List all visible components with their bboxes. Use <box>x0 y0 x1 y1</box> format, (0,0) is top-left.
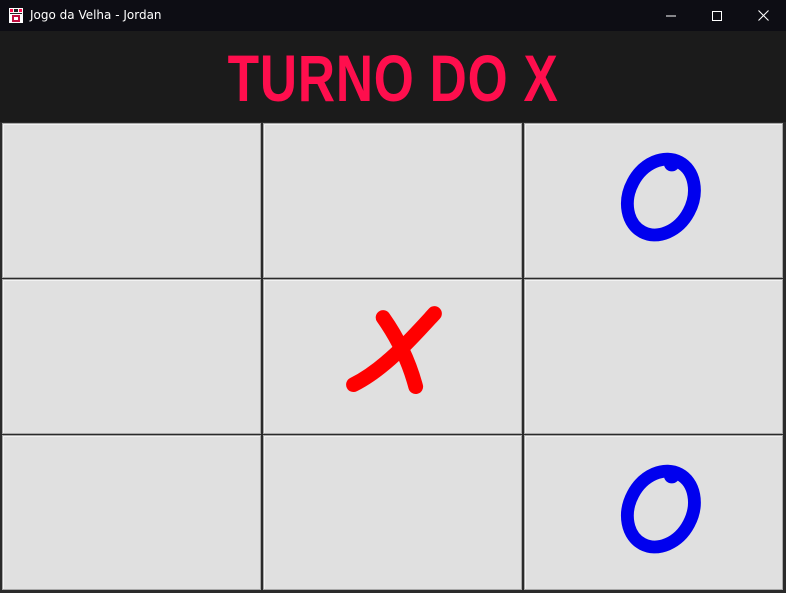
minimize-icon <box>666 15 676 16</box>
board-cell-r3-c3[interactable] <box>524 435 783 590</box>
board-cell-r3-c1[interactable] <box>2 435 261 590</box>
o-stroke-start <box>663 467 680 484</box>
x-mark <box>346 306 442 395</box>
game-board <box>0 122 786 593</box>
window-title: Jogo da Velha - Jordan <box>30 8 162 22</box>
board-cell-r1-c1[interactable] <box>2 123 261 278</box>
board-cell-r1-c2[interactable] <box>263 123 522 278</box>
o-stroke-start <box>663 155 680 172</box>
x-stroke <box>346 306 442 393</box>
maximize-icon <box>712 10 722 21</box>
board-cell-r1-c3[interactable] <box>524 123 783 278</box>
board-cell-r2-c1[interactable] <box>2 279 261 434</box>
turn-status-label: TURNO DO X <box>227 40 559 115</box>
x-stroke <box>375 310 424 395</box>
o-stroke <box>620 464 701 554</box>
app-game-icon <box>9 8 23 23</box>
o-stroke <box>620 152 701 242</box>
o-mark <box>620 152 701 242</box>
game-window: Jogo da Velha - Jordan TURNO DO X <box>0 0 786 593</box>
close-icon <box>757 10 769 21</box>
minimize-button[interactable] <box>648 0 694 31</box>
board-cell-r2-c3[interactable] <box>524 279 783 434</box>
o-mark <box>620 464 701 554</box>
close-button[interactable] <box>740 0 786 31</box>
board-cell-r2-c2[interactable] <box>263 279 522 434</box>
maximize-button[interactable] <box>694 0 740 31</box>
board-cell-r3-c2[interactable] <box>263 435 522 590</box>
title-bar[interactable]: Jogo da Velha - Jordan <box>0 0 786 31</box>
turn-header: TURNO DO X <box>0 31 786 122</box>
